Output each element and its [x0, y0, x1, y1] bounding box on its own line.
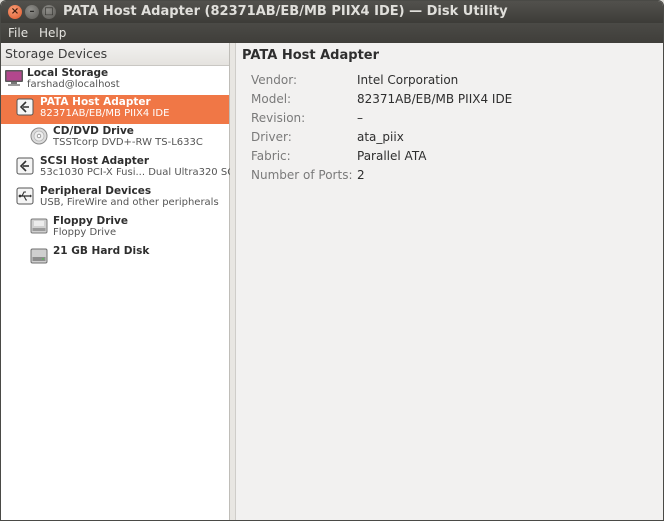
prop-label-revision: Revision: — [251, 111, 306, 125]
tree-item-subtitle: 53c1030 PCI-X Fusi... Dual Ultra320 SCSI — [40, 167, 244, 178]
tree-item-hard-disk[interactable]: 21 GB Hard Disk — [1, 244, 229, 273]
menu-file[interactable]: File — [8, 26, 28, 40]
prop-label-fabric: Fabric: — [251, 149, 291, 163]
details-panel: PATA Host Adapter Vendor: Intel Corporat… — [235, 43, 663, 520]
tree-item-floppy-drive[interactable]: Floppy Drive Floppy Drive — [1, 214, 229, 243]
prop-value-fabric: Parallel ATA — [357, 149, 427, 163]
tree-item-name: Peripheral Devices — [40, 185, 152, 197]
tree-item-cd-dvd-drive[interactable]: CD/DVD Drive TSSTcorp DVD+-RW TS-L633C — [1, 124, 229, 153]
host-adapter-icon — [16, 98, 34, 116]
tree-item-local-storage[interactable]: Local Storage farshad@localhost — [1, 66, 229, 95]
computer-icon — [4, 69, 23, 87]
tree-item-name: Local Storage — [27, 67, 109, 79]
close-button[interactable]: × — [8, 5, 22, 19]
prop-label-driver: Driver: — [251, 130, 292, 144]
host-adapter-icon — [16, 157, 34, 175]
tree-item-pata-host-adapter[interactable]: PATA Host Adapter 82371AB/EB/MB PIIX4 ID… — [1, 95, 229, 124]
tree-item-name: 21 GB Hard Disk — [53, 245, 150, 257]
tree-item-subtitle: 82371AB/EB/MB PIIX4 IDE — [40, 108, 170, 119]
tree-item-subtitle: USB, FireWire and other peripherals — [40, 197, 219, 208]
optical-drive-icon — [30, 127, 48, 145]
tree-item-name: PATA Host Adapter — [40, 96, 151, 108]
tree-item-subtitle: TSSTcorp DVD+-RW TS-L633C — [53, 137, 203, 148]
prop-value-model: 82371AB/EB/MB PIIX4 IDE — [357, 92, 513, 106]
prop-value-vendor: Intel Corporation — [357, 73, 459, 87]
prop-value-revision: – — [357, 111, 363, 125]
storage-devices-header: Storage Devices — [1, 43, 229, 66]
disk-utility-window: × – □ PATA Host Adapter (82371AB/EB/MB P… — [0, 0, 664, 521]
window-title: PATA Host Adapter (82371AB/EB/MB PIIX4 I… — [63, 4, 508, 19]
tree-item-name: SCSI Host Adapter — [40, 155, 150, 167]
prop-label-number-of-ports: Number of Ports: — [251, 168, 353, 182]
menu-help[interactable]: Help — [39, 26, 66, 40]
details-title: PATA Host Adapter — [242, 48, 380, 63]
prop-label-model: Model: — [251, 92, 292, 106]
tree-item-subtitle: farshad@localhost — [27, 79, 120, 90]
tree-item-scsi-host-adapter[interactable]: SCSI Host Adapter 53c1030 PCI-X Fusi... … — [1, 154, 243, 183]
tree-item-name: CD/DVD Drive — [53, 125, 134, 137]
menu-bar: File Help — [1, 23, 663, 43]
storage-devices-panel: Storage Devices Local Storage farshad@lo… — [1, 43, 243, 520]
usb-icon — [16, 187, 34, 205]
hard-disk-icon — [30, 247, 48, 265]
tree-item-subtitle: Floppy Drive — [53, 227, 117, 238]
floppy-drive-icon — [30, 217, 48, 235]
tree-item-name: Floppy Drive — [53, 215, 128, 227]
prop-value-driver: ata_piix — [357, 130, 404, 144]
prop-value-number-of-ports: 2 — [357, 168, 365, 182]
minimize-button[interactable]: – — [25, 5, 39, 19]
prop-label-vendor: Vendor: — [251, 73, 297, 87]
maximize-button[interactable]: □ — [42, 5, 56, 19]
title-bar[interactable]: × – □ PATA Host Adapter (82371AB/EB/MB P… — [1, 1, 663, 23]
tree-item-peripheral-devices[interactable]: Peripheral Devices USB, FireWire and oth… — [1, 184, 229, 213]
